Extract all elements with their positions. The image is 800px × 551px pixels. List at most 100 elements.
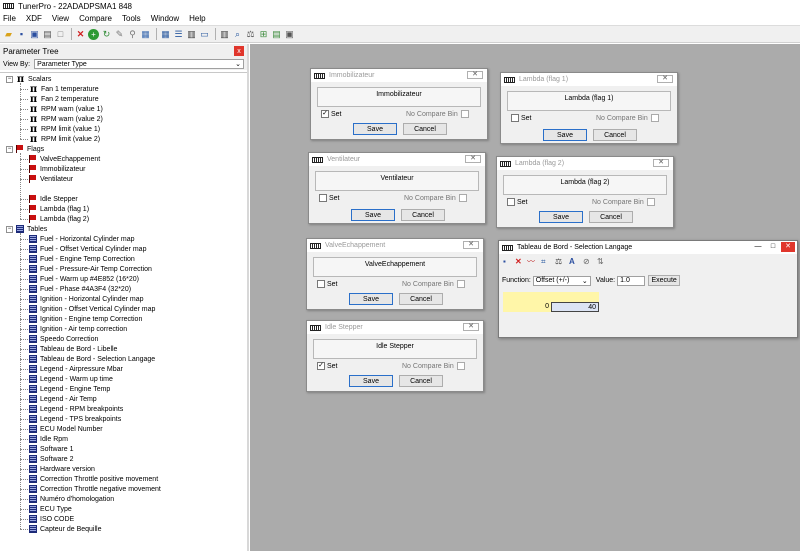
menu-window[interactable]: Window xyxy=(151,14,179,23)
open-icon[interactable]: ▰ xyxy=(3,29,14,40)
menu-compare[interactable]: Compare xyxy=(79,14,112,23)
set-checkbox-row[interactable]: Set xyxy=(317,280,338,288)
close-button[interactable]: ✕ xyxy=(465,155,481,163)
save-button[interactable]: Save xyxy=(351,209,395,221)
no-compare-checkbox[interactable] xyxy=(458,194,467,202)
tree-item[interactable]: Software 2 xyxy=(29,454,73,464)
save-button[interactable]: Save xyxy=(353,123,397,135)
collapse-toggle[interactable]: − xyxy=(6,145,13,153)
add-icon[interactable]: + xyxy=(88,28,99,40)
tree-item[interactable]: Lambda (flag 2) xyxy=(29,214,89,224)
tree-item[interactable]: Fuel - Offset Vertical Cylinder map xyxy=(29,244,146,254)
chip-icon[interactable]: ▥ xyxy=(186,29,197,40)
edit-icon[interactable]: ✎ xyxy=(114,29,125,40)
tree-item[interactable]: Fuel - Engine Temp Correction xyxy=(29,254,135,264)
line-graph-icon[interactable]: 〰 xyxy=(527,257,535,267)
compare-icon[interactable]: ⚖ xyxy=(555,257,562,267)
tree-item[interactable]: Legend - Airpressure Mbar xyxy=(29,364,123,374)
table-cell-selected[interactable]: 40 xyxy=(551,302,599,312)
close-button[interactable]: ✕ xyxy=(463,323,479,331)
tree-item[interactable]: Ignition - Air temp correction xyxy=(29,324,127,334)
tree-item[interactable]: Ignition - Offset Vertical Cylinder map xyxy=(29,304,155,314)
delete-icon[interactable]: ✕ xyxy=(75,29,86,40)
no-compare-checkbox[interactable] xyxy=(456,280,465,288)
tree-item[interactable]: Software 1 xyxy=(29,444,73,454)
tree-item[interactable]: Immobilizateur xyxy=(29,164,86,174)
set-checkbox[interactable]: ✓ xyxy=(321,110,329,118)
value-input[interactable]: 1.0 xyxy=(617,275,646,286)
set-checkbox[interactable]: ✓ xyxy=(317,362,325,370)
execute-button[interactable]: Execute xyxy=(648,275,681,286)
tree-item[interactable]: Correction Throttle negative movement xyxy=(29,484,161,494)
tree-item[interactable]: Capteur de Bequille xyxy=(29,524,102,534)
tree-item[interactable]: Ventilateur xyxy=(29,174,73,184)
windows-icon[interactable]: ▦ xyxy=(140,29,151,40)
view-by-select[interactable]: Parameter Type ⌄ xyxy=(34,59,244,69)
tree-item[interactable]: Ignition - Engine temp Correction xyxy=(29,314,142,324)
collapse-toggle[interactable]: − xyxy=(6,225,13,233)
table-icon[interactable]: ▦ xyxy=(160,29,171,40)
cancel-button[interactable]: Cancel xyxy=(399,375,443,387)
set-checkbox[interactable] xyxy=(507,198,515,206)
set-checkbox[interactable] xyxy=(317,280,325,288)
zoom-icon[interactable]: ⊘ xyxy=(583,257,590,267)
function-select[interactable]: Offset (+/-) ⌄ xyxy=(532,275,591,286)
set-checkbox[interactable] xyxy=(319,194,327,202)
bin-icon[interactable]: ▤ xyxy=(271,29,282,40)
tree-item[interactable]: Legend - RPM breakpoints xyxy=(29,404,123,414)
tree-item[interactable]: π RPM warn (value 1) xyxy=(29,104,103,115)
tree-group-scalars[interactable]: − π Scalars xyxy=(6,74,51,85)
saveas-icon[interactable]: ▣ xyxy=(29,29,40,40)
tree-item[interactable]: π RPM limit (value 2) xyxy=(29,134,100,145)
tree-item[interactable]: Legend - Engine Temp xyxy=(29,384,110,394)
tree-item[interactable]: Fuel - Horizontal Cylinder map xyxy=(29,234,135,244)
list-icon[interactable]: ☰ xyxy=(173,29,184,40)
table-cell[interactable]: 0 xyxy=(503,302,551,312)
tree-item[interactable]: Hardware version xyxy=(29,464,95,474)
cancel-button[interactable]: Cancel xyxy=(401,209,445,221)
sort-icon[interactable]: ⇅ xyxy=(597,257,604,267)
no-compare-checkbox[interactable] xyxy=(456,362,465,370)
close-button[interactable]: ✕ xyxy=(657,75,673,83)
panel-close-button[interactable]: x xyxy=(234,46,244,56)
tree-item[interactable]: ECU Model Number xyxy=(29,424,103,434)
tree-item[interactable]: Fuel - Pressure-Air Temp Correction xyxy=(29,264,152,274)
close-button[interactable]: ✕ xyxy=(463,241,479,249)
tree-item[interactable]: π RPM limit (value 1) xyxy=(29,124,100,135)
tree-item[interactable]: Legend - Warm up time xyxy=(29,374,113,384)
no-compare-checkbox[interactable] xyxy=(460,110,469,118)
tree-item[interactable]: Tableau de Bord - Libelle xyxy=(29,344,117,354)
tree-item[interactable]: Fuel - Phase #4A3F4 (32*20) xyxy=(29,284,131,294)
monitor-icon[interactable]: ▭ xyxy=(199,29,210,40)
maximize-button[interactable]: □ xyxy=(766,242,780,252)
tree-group-flags[interactable]: − Flags xyxy=(6,144,44,154)
tree-item[interactable]: Fuel - Warm up #4E852 (16*20) xyxy=(29,274,139,284)
tree-item[interactable]: Lambda (flag 1) xyxy=(29,204,89,214)
close-button[interactable]: ✕ xyxy=(781,242,795,252)
no-compare-checkbox[interactable] xyxy=(650,114,659,122)
tree-item[interactable]: π Fan 1 temperature xyxy=(29,84,99,95)
datalog-icon[interactable]: ▣ xyxy=(284,29,295,40)
emulate-icon[interactable]: ▥ xyxy=(219,29,230,40)
menu-tools[interactable]: Tools xyxy=(122,14,141,23)
set-checkbox-row[interactable]: ✓ Set xyxy=(317,362,338,370)
delete-icon[interactable]: ✕ xyxy=(515,257,522,267)
tree-item[interactable]: π RPM warn (value 2) xyxy=(29,114,103,125)
tree-item[interactable]: Correction Throttle positive movement xyxy=(29,474,158,484)
refresh-icon[interactable]: ↻ xyxy=(101,29,112,40)
tree-group-tables[interactable]: − Tables xyxy=(6,224,47,234)
close-button[interactable]: ✕ xyxy=(467,71,483,79)
save-icon[interactable]: ▪ xyxy=(16,29,27,40)
tree-item[interactable]: Legend - Air Temp xyxy=(29,394,97,404)
parameter-tree[interactable]: − π Scalars π Fan 1 temperature π Fan 2 temper… xyxy=(0,72,247,551)
cancel-button[interactable]: Cancel xyxy=(403,123,447,135)
menu-xdf[interactable]: XDF xyxy=(26,14,42,23)
set-checkbox-row[interactable]: Set xyxy=(319,194,340,202)
tree-item[interactable]: ISO CODE xyxy=(29,514,74,524)
tree-item[interactable]: ValveEchappement xyxy=(29,154,100,164)
cancel-button[interactable]: Cancel xyxy=(399,293,443,305)
save-button[interactable]: Save xyxy=(543,129,587,141)
tree-item[interactable]: Idle Stepper xyxy=(29,194,78,204)
new-icon[interactable]: □ xyxy=(55,29,66,40)
tree-item[interactable]: Ignition - Horizontal Cylinder map xyxy=(29,294,144,304)
